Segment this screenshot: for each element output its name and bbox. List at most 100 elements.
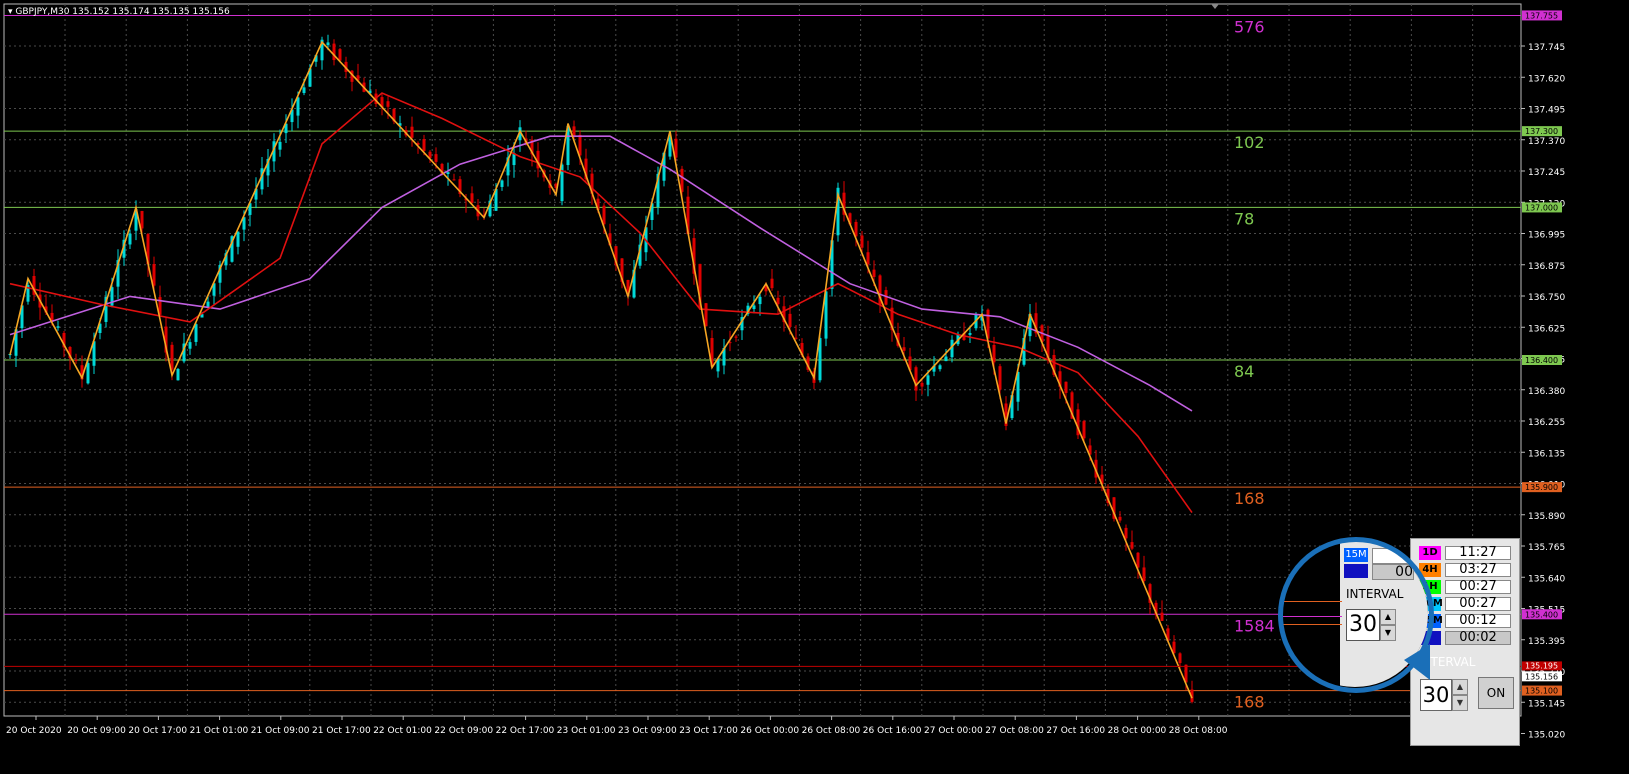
candle-body <box>968 333 972 335</box>
candle-body <box>128 233 132 245</box>
time-tick-label: 26 Oct 16:00 <box>863 726 922 736</box>
candle-body <box>500 180 504 187</box>
level-count-label: 168 <box>1234 693 1265 712</box>
candle-body <box>206 301 210 307</box>
candle-body <box>422 139 426 151</box>
candle-body <box>326 42 330 46</box>
current-price-label: 135.156 <box>1525 672 1558 681</box>
price-tick-label: 136.750 <box>1528 293 1565 303</box>
candle-body <box>920 382 924 387</box>
time-tick-label: 28 Oct 00:00 <box>1108 726 1167 736</box>
price-tick-label: 137.745 <box>1528 43 1565 53</box>
candle-body <box>1160 612 1164 621</box>
interval-spin-up-button[interactable]: ▲ <box>1452 679 1468 695</box>
candle-body <box>902 347 906 351</box>
level-count-label: 84 <box>1234 362 1254 381</box>
candle-body <box>602 205 606 225</box>
candle-body <box>56 326 60 328</box>
price-tick-label: 136.995 <box>1528 231 1565 241</box>
level-price-label: 136.400 <box>1525 356 1558 365</box>
candle-body <box>1118 516 1122 521</box>
price-tick-label: 135.020 <box>1528 731 1565 741</box>
level-price-label: 137.300 <box>1525 127 1558 136</box>
timer-row-time: 00:27 <box>1445 597 1511 611</box>
ask-price-label: 135.195 <box>1525 661 1558 670</box>
candle-body <box>1178 653 1182 664</box>
candle-body <box>452 179 456 181</box>
candle-body <box>170 344 174 370</box>
level-price-label: 137.755 <box>1525 11 1558 20</box>
time-tick-label: 23 Oct 01:00 <box>557 726 616 736</box>
price-tick-label: 135.640 <box>1528 574 1565 584</box>
timer-row-time: 00:12 <box>1445 614 1511 628</box>
candle-body <box>332 43 336 61</box>
time-tick-label: 22 Oct 17:00 <box>496 726 555 736</box>
price-tick-label: 135.145 <box>1528 699 1565 709</box>
candle-body <box>386 101 390 107</box>
candle-body <box>140 210 144 229</box>
candle-body <box>176 368 180 381</box>
interval-spin-down-button[interactable]: ▼ <box>1452 695 1468 711</box>
candle-body <box>278 141 282 150</box>
price-tick-label: 136.875 <box>1528 262 1565 272</box>
level-price-label: 137.000 <box>1525 203 1558 212</box>
candle-body <box>194 324 198 342</box>
price-tick-label: 136.380 <box>1528 387 1565 397</box>
time-tick-label: 21 Oct 17:00 <box>312 726 371 736</box>
time-tick-label: 21 Oct 09:00 <box>251 726 310 736</box>
candle-body <box>470 193 474 203</box>
candle-body <box>734 336 738 338</box>
time-tick-label: 20 Oct 17:00 <box>128 726 187 736</box>
timer-row-time: 00:27 <box>1445 580 1511 594</box>
time-tick-label: 26 Oct 08:00 <box>802 726 861 736</box>
candle-body <box>998 366 1002 390</box>
candle-body <box>1082 421 1086 439</box>
time-tick-label: 21 Oct 01:00 <box>190 726 249 736</box>
candle-body <box>794 337 798 339</box>
candle-body <box>1064 381 1068 393</box>
candle-body <box>74 359 78 361</box>
level-count-label: 168 <box>1234 489 1265 508</box>
candle-body <box>914 367 918 391</box>
candle-body <box>410 126 414 138</box>
candle-body <box>1124 527 1128 539</box>
time-tick-label: 20 Oct 2020 <box>6 726 62 736</box>
on-button[interactable]: ON <box>1478 677 1514 709</box>
time-tick-label: 20 Oct 09:00 <box>67 726 126 736</box>
candle-body <box>188 342 192 349</box>
candle-body <box>872 269 876 278</box>
time-tick-label: 27 Oct 16:00 <box>1046 726 1105 736</box>
time-tick-label: 23 Oct 17:00 <box>679 726 738 736</box>
level-price-label: 135.400 <box>1525 610 1558 619</box>
candle-body <box>704 303 708 327</box>
chart-window[interactable]: 137.745137.620137.495137.370137.245137.1… <box>0 0 1629 770</box>
level-price-label: 135.900 <box>1525 483 1558 492</box>
candle-body <box>866 252 870 265</box>
candle-body <box>788 313 792 327</box>
chart-symbol-header: ▾ GBPJPY,M30 135.152 135.174 135.135 135… <box>8 7 230 17</box>
candle-body <box>1136 552 1140 568</box>
candle-body <box>1130 542 1134 549</box>
candle-body <box>1142 567 1146 582</box>
price-tick-label: 135.395 <box>1528 637 1565 647</box>
candle-body <box>770 278 774 289</box>
candle-body <box>926 375 930 385</box>
candle-body <box>758 296 762 305</box>
candle-body <box>86 363 90 384</box>
timer-row-time: 03:27 <box>1445 563 1511 577</box>
candle-body <box>572 126 576 136</box>
price-tick-label: 136.135 <box>1528 449 1565 459</box>
candle-body <box>446 172 450 174</box>
time-tick-label: 28 Oct 08:00 <box>1169 726 1228 736</box>
candle-body <box>752 305 756 310</box>
candle-body <box>944 356 948 362</box>
price-tick-label: 137.495 <box>1528 106 1565 116</box>
level-count-label: 1584 <box>1234 616 1275 635</box>
level-count-label: 78 <box>1234 209 1254 228</box>
time-tick-label: 22 Oct 09:00 <box>434 726 493 736</box>
candle-body <box>776 297 780 305</box>
price-tick-label: 135.765 <box>1528 543 1565 553</box>
candle-body <box>302 87 306 94</box>
time-tick-label: 27 Oct 00:00 <box>924 726 983 736</box>
price-tick-label: 137.370 <box>1528 137 1565 147</box>
